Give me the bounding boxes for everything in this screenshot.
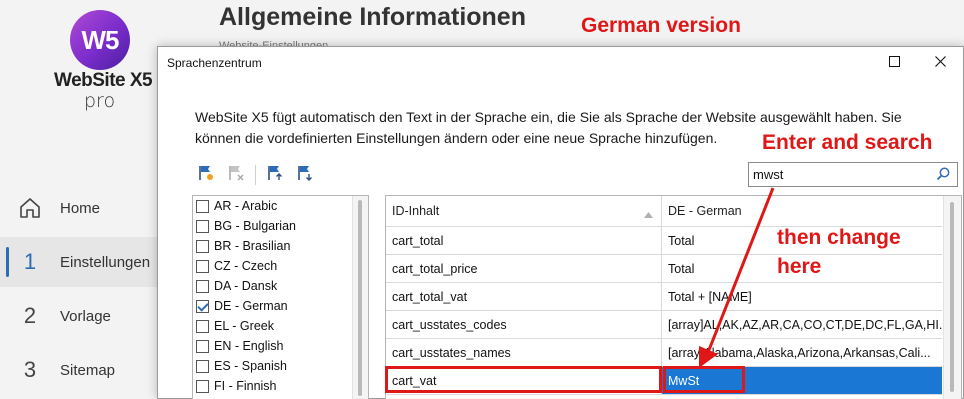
language-label: DE - German (214, 299, 288, 313)
language-checkbox[interactable] (196, 299, 209, 313)
app-sidebar: W5 WebSite X5 pro Home 1 Einstellungen 2… (0, 0, 157, 399)
search-box (748, 162, 958, 187)
cell-id: cart_usstates_names (386, 339, 662, 366)
export-language-button[interactable] (294, 164, 316, 186)
language-checkbox[interactable] (196, 199, 209, 213)
list-item[interactable]: FI - Finnish (193, 376, 353, 396)
language-list-scrollbar[interactable] (352, 196, 368, 399)
language-checkbox[interactable] (196, 339, 209, 353)
language-label: ES - Spanish (214, 359, 287, 373)
nav-item-number: 2 (23, 303, 37, 328)
cell-id: cart_total_price (386, 255, 662, 282)
home-icon (0, 196, 60, 220)
table-row[interactable]: cart_total_vat Total + [NAME] (386, 283, 942, 311)
import-language-button[interactable] (264, 164, 286, 186)
language-checkbox[interactable] (196, 239, 209, 253)
flag-import-icon (266, 164, 284, 187)
annotation-then-change: then change (777, 226, 901, 249)
table-row[interactable]: cart_usstates_codes [array]AL,AK,AZ,AR,C… (386, 311, 942, 339)
language-center-dialog: Sprachenzentrum WebSite X5 fügt automati… (157, 46, 964, 399)
language-label: DA - Dansk (214, 279, 278, 293)
language-label: BR - Brasilian (214, 239, 291, 253)
remove-language-button[interactable] (225, 164, 247, 186)
nav-item-einstellungen[interactable]: 1 Einstellungen (0, 237, 157, 287)
add-language-button[interactable] (195, 164, 217, 186)
annotation-highlight-id (385, 366, 662, 393)
dialog-title: Sprachenzentrum (167, 56, 262, 70)
scrollbar-thumb[interactable] (950, 202, 954, 392)
cell-id: cart_total (386, 227, 662, 254)
list-item[interactable]: CZ - Czech (193, 256, 353, 276)
list-item[interactable]: BR - Brasilian (193, 236, 353, 256)
app-logo: W5 (70, 10, 130, 70)
column-header-label: ID-Inhalt (392, 204, 440, 218)
annotation-german-version: German version (581, 14, 741, 37)
flag-add-icon (197, 164, 215, 187)
language-label: AR - Arabic (214, 199, 278, 213)
column-header-id[interactable]: ID-Inhalt (386, 196, 662, 227)
list-item[interactable]: ES - Spanish (193, 356, 353, 376)
maximize-button[interactable] (871, 47, 917, 79)
language-toolbar (195, 164, 324, 186)
logo-name: WebSite X5 (54, 70, 153, 91)
cell-value[interactable]: [array]AL,AK,AZ,AR,CA,CO,CT,DE,DC,FL,GA,… (662, 311, 942, 338)
annotation-enter-search: Enter and search (762, 131, 933, 154)
annotation-here: here (777, 255, 822, 278)
list-item[interactable]: EL - Greek (193, 316, 353, 336)
list-item[interactable]: AR - Arabic (193, 196, 353, 216)
cell-value[interactable]: Total + [NAME] (662, 283, 942, 310)
page-title: Allgemeine Informationen (219, 3, 526, 31)
nav-item-sitemap[interactable]: 3 Sitemap (0, 345, 157, 395)
nav-item-vorlage[interactable]: 2 Vorlage (0, 291, 157, 341)
nav-item-number: 3 (23, 357, 37, 382)
close-button[interactable] (917, 47, 963, 79)
nav-item-home[interactable]: Home (0, 183, 157, 233)
table-row[interactable]: cart_total_price Total (386, 255, 942, 283)
language-label: BG - Bulgarian (214, 219, 296, 233)
dialog-titlebar[interactable]: Sprachenzentrum (158, 47, 963, 79)
language-label: CZ - Czech (214, 259, 278, 273)
language-checkbox[interactable] (196, 279, 209, 293)
nav-item-label: Vorlage (60, 307, 111, 325)
cell-value[interactable]: [array]Alabama,Alaska,Arizona,Arkansas,C… (662, 339, 942, 366)
table-row[interactable]: cart_usstates_names [array]Alabama,Alask… (386, 339, 942, 367)
nav-item-label: Home (60, 199, 101, 217)
search-icon (935, 167, 951, 186)
cell-id: cart_total_vat (386, 283, 662, 310)
flag-remove-icon (227, 164, 245, 187)
language-checkbox[interactable] (196, 219, 209, 233)
sort-up-icon (644, 207, 653, 221)
language-label: EN - English (214, 339, 284, 353)
annotation-highlight-value (663, 366, 745, 393)
language-checkbox[interactable] (196, 259, 209, 273)
scrollbar-thumb[interactable] (358, 200, 362, 396)
close-icon (934, 54, 946, 72)
logo-edition: pro (84, 90, 116, 112)
logo-mark: W5 (81, 24, 120, 55)
language-checkbox[interactable] (196, 379, 209, 393)
column-header-value[interactable]: DE - German (662, 196, 942, 227)
nav-item-label: Sitemap (60, 361, 116, 379)
language-list[interactable]: AR - Arabic BG - Bulgarian BR - Brasilia… (192, 195, 369, 399)
column-header-label: DE - German (668, 204, 742, 218)
nav-item-label: Einstellungen (60, 253, 151, 271)
search-button[interactable] (935, 166, 953, 184)
language-label: FI - Finnish (214, 379, 277, 393)
list-item[interactable]: DE - German (193, 296, 353, 316)
search-input[interactable] (753, 165, 928, 184)
list-item[interactable]: EN - English (193, 336, 353, 356)
language-label: EL - Greek (214, 319, 274, 333)
cell-id: cart_usstates_codes (386, 311, 662, 338)
table-scrollbar[interactable] (943, 196, 961, 399)
nav-item-number: 1 (23, 249, 37, 274)
toolbar-separator (255, 165, 256, 185)
list-item[interactable]: DA - Dansk (193, 276, 353, 296)
maximize-icon (888, 54, 900, 72)
language-checkbox[interactable] (196, 359, 209, 373)
flag-export-icon (296, 164, 314, 187)
list-item[interactable]: BG - Bulgarian (193, 216, 353, 236)
language-checkbox[interactable] (196, 319, 209, 333)
